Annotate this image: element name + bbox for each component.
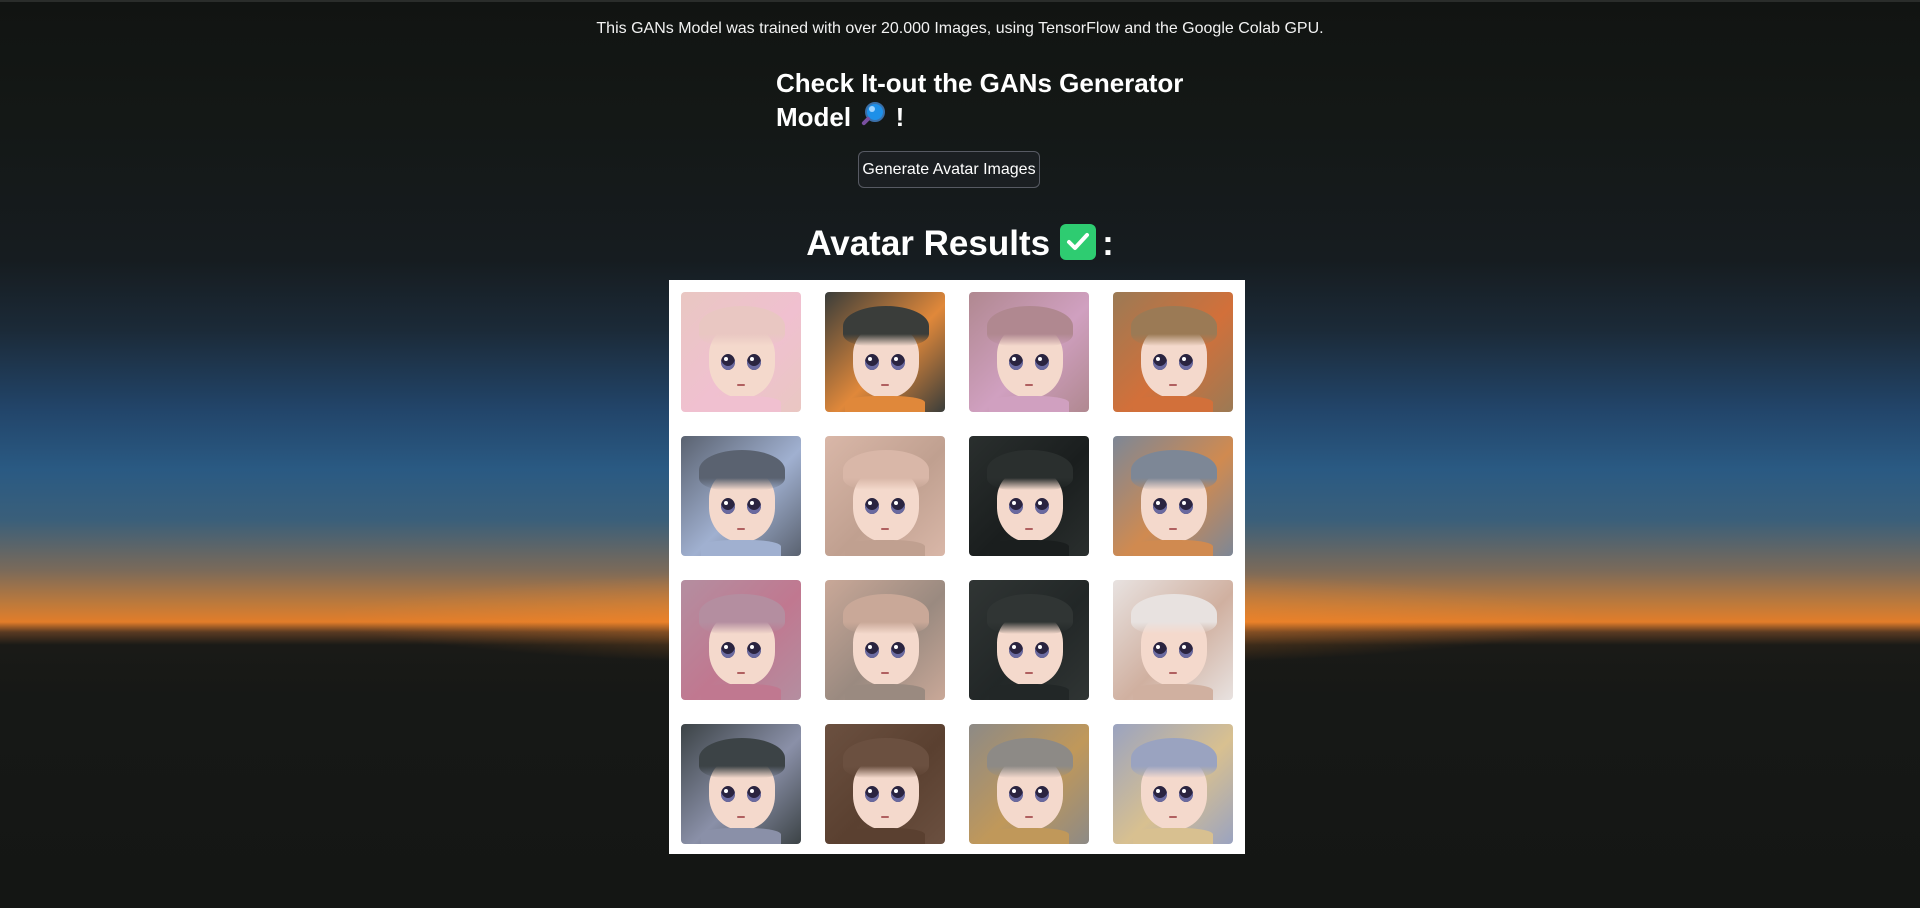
subtitle-line-1: Check It-out the GANs Generator bbox=[776, 68, 1184, 98]
avatar-image bbox=[825, 724, 945, 844]
avatar-image bbox=[969, 292, 1089, 412]
avatar-image bbox=[1113, 292, 1233, 412]
avatar-image bbox=[825, 580, 945, 700]
avatar-image bbox=[1113, 436, 1233, 556]
avatar-image bbox=[825, 292, 945, 412]
generate-avatar-images-button[interactable]: Generate Avatar Images bbox=[858, 151, 1040, 188]
results-title-suffix: : bbox=[1102, 224, 1114, 263]
subtitle-line-2: Model bbox=[776, 102, 852, 132]
avatar-image bbox=[681, 436, 801, 556]
avatar-image bbox=[681, 580, 801, 700]
subtitle-suffix: ! bbox=[895, 102, 905, 132]
avatar-image bbox=[681, 724, 801, 844]
avatar-image bbox=[1113, 724, 1233, 844]
avatar-image bbox=[681, 292, 801, 412]
avatar-image bbox=[969, 580, 1089, 700]
avatar-results-grid bbox=[669, 280, 1245, 854]
results-title: Avatar Results: bbox=[0, 220, 1920, 268]
results-title-text: Avatar Results bbox=[806, 224, 1051, 263]
avatar-image bbox=[969, 436, 1089, 556]
check-mark-button-icon bbox=[1060, 224, 1097, 260]
intro-text: This GANs Model was trained with over 20… bbox=[596, 20, 1324, 37]
magnifying-glass-icon bbox=[858, 100, 888, 138]
section-subtitle: Check It-out the GANs Generator Model ! bbox=[776, 66, 1196, 138]
top-decoration-bar bbox=[0, 0, 1920, 2]
avatar-image bbox=[969, 724, 1089, 844]
avatar-image bbox=[1113, 580, 1233, 700]
avatar-image bbox=[825, 436, 945, 556]
